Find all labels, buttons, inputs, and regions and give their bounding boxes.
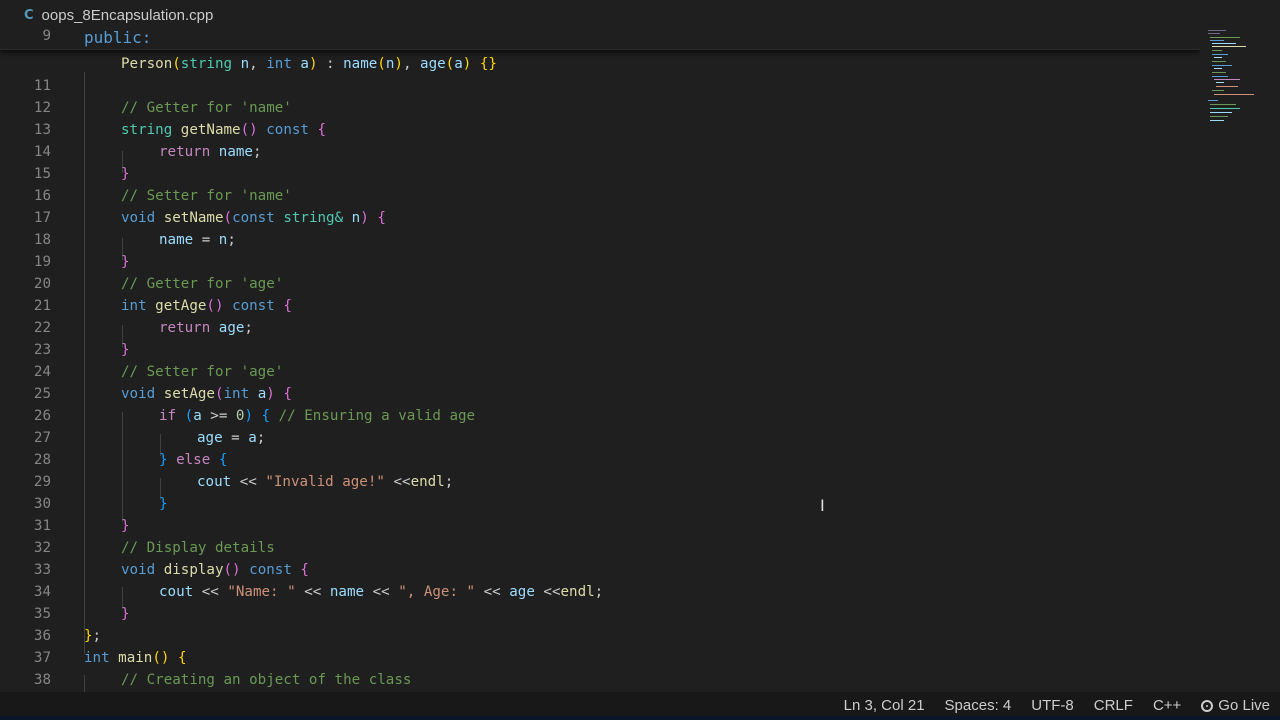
broadcast-icon [1201,700,1214,712]
minimap-line [1214,79,1240,80]
line-code: } [121,254,130,270]
file-name: oops_8Encapsulation.cpp [41,6,214,24]
minimap-line [1212,65,1232,66]
code-line[interactable]: 16 } [0,163,1200,204]
line-code: void setName(const string& n) { [121,210,386,226]
code-line[interactable]: 31 } [0,493,1200,534]
minimap-line [1214,57,1222,58]
line-code: } [121,518,130,534]
line-code: // Getter for 'name' [121,100,292,116]
line-code: Person(string n, int a) : name(n), age(a… [121,56,497,72]
code-line[interactable]: 35 cout << "Name: " << name << ", Age: "… [0,581,1200,622]
code-line[interactable]: 20 } [0,251,1200,292]
code-line[interactable]: 30 cout << "Invalid age!" <<endl; [0,471,1200,512]
code-line[interactable]: 21 // Getter for 'age' [0,273,1200,314]
code-line[interactable]: 19 name = n; [0,229,1200,270]
line-code: } [159,496,168,512]
code-line[interactable]: 37 }; [0,625,1200,666]
minimap-line [1214,68,1222,69]
minimap-line [1212,54,1228,55]
code-line[interactable]: 18 void setName(const string& n) { [0,207,1200,248]
line-code: int getAge() const { [121,298,292,314]
minimap-line [1212,90,1224,91]
minimap-line [1212,61,1226,62]
minimap-line [1212,76,1228,77]
minimap[interactable] [1204,28,1264,128]
minimap-line [1210,120,1224,121]
line-code: cout << "Name: " << name << ", Age: " <<… [159,584,604,600]
line-code: // Setter for 'name' [121,188,292,204]
line-code: } else { [159,452,228,468]
code-line[interactable]: 14 string getName() const { [0,119,1200,160]
code-line[interactable]: 32 } [0,515,1200,556]
code-editor[interactable]: 9 public: 11 Person(string n, int a) : n… [0,28,1200,692]
line-code: int main() { [84,650,187,666]
line-code: void setAge(int a) { [121,386,292,402]
minimap-line [1210,104,1236,105]
code-line[interactable]: 25 // Setter for 'age' [0,361,1200,402]
line-code: cout << "Invalid age!" <<endl; [197,474,454,490]
code-line[interactable]: 27 if (a >= 0) { // Ensuring a valid age [0,405,1200,446]
line-code: // Getter for 'age' [121,276,284,292]
line-number: 9 [42,28,51,44]
line-code: // Setter for 'age' [121,364,284,380]
bottom-edge [0,716,1280,720]
code-line[interactable]: 22 int getAge() const { [0,295,1200,336]
minimap-line [1208,33,1220,34]
code-line[interactable]: 29 } else { [0,449,1200,490]
code-line[interactable]: 15 return name; [0,141,1200,182]
line-code: age = a; [197,430,266,446]
line-code: } [121,342,130,358]
minimap-line [1216,82,1224,83]
code-line[interactable]: 28 age = a; [0,427,1200,468]
cpp-file-icon: C [24,7,34,23]
code-line[interactable]: 12 [0,75,1200,116]
line-code: } [121,166,130,182]
code-line[interactable]: 38 int main() { [0,647,1200,688]
line-code: if (a >= 0) { // Ensuring a valid age [159,408,476,424]
minimap-line [1216,86,1238,87]
minimap-line [1210,112,1232,113]
text-cursor-icon: I [820,496,825,515]
code-line[interactable]: 11 Person(string n, int a) : name(n), ag… [0,53,1200,94]
code-line[interactable]: 33 // Display details [0,537,1200,578]
code-line[interactable]: 17 // Setter for 'name' [0,185,1200,226]
code-line[interactable]: 13 // Getter for 'name' [0,97,1200,138]
minimap-line [1208,30,1226,31]
minimap-line [1212,50,1222,51]
line-code: } [121,606,130,622]
line-code: name = n; [159,232,236,248]
vertical-scrollbar[interactable] [1266,28,1280,692]
minimap-line [1210,108,1240,109]
access-specifier: public: [84,28,152,47]
line-code: void display() const { [121,562,309,578]
minimap-line [1212,72,1226,73]
editor-tab-title[interactable]: C oops_8Encapsulation.cpp [0,0,1280,30]
code-line[interactable]: 34 void display() const { [0,559,1200,600]
line-code: return age; [159,320,253,336]
minimap-line [1212,46,1246,47]
minimap-line [1212,43,1236,44]
minimap-line [1214,94,1254,95]
line-code: string getName() const { [121,122,327,138]
minimap-line [1210,40,1224,41]
code-line[interactable]: 39 // Creating an object of the class [0,669,1200,691]
minimap-line [1210,116,1228,117]
line-code: // Display details [121,540,275,556]
line-code: return name; [159,144,262,160]
minimap-line [1210,37,1240,38]
sticky-scroll-line[interactable]: 9 public: [0,28,1200,50]
code-line[interactable]: 24 } [0,339,1200,380]
line-code: }; [84,628,102,644]
line-code: // Creating an object of the class [121,672,412,688]
code-line[interactable]: 26 void setAge(int a) { [0,383,1200,424]
code-line[interactable]: 36 } [0,603,1200,644]
minimap-line [1208,100,1218,101]
code-line[interactable]: 23 return age; [0,317,1200,358]
